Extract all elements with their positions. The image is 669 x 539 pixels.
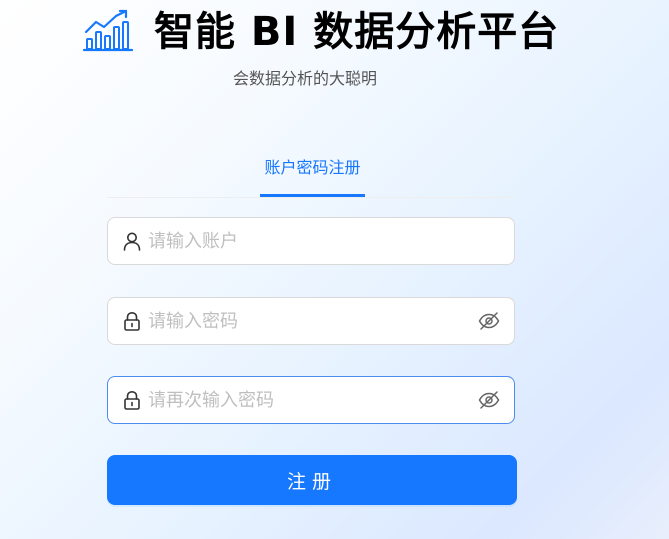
user-icon (123, 232, 141, 251)
header: 智能 BI 数据分析平台 会数据分析的大聪明 (0, 0, 669, 100)
password-input[interactable] (148, 298, 468, 344)
register-button[interactable]: 注册 (107, 455, 517, 505)
account-input[interactable] (148, 218, 468, 264)
account-field (107, 217, 515, 265)
eye-invisible-icon[interactable] (478, 311, 500, 331)
tab-account-register[interactable]: 账户密码注册 (260, 150, 365, 194)
confirm-password-input[interactable] (148, 377, 468, 423)
active-tab-indicator (260, 194, 365, 197)
login-tabs: 账户密码注册 (107, 150, 517, 198)
password-field (107, 297, 515, 345)
page-title: 智能 BI 数据分析平台 (154, 9, 560, 55)
lock-icon (124, 390, 140, 410)
bar-chart-trend-icon (82, 9, 134, 52)
lock-icon (124, 311, 140, 331)
confirm-password-field (107, 376, 515, 424)
eye-invisible-icon[interactable] (478, 390, 500, 410)
page-subtitle: 会数据分析的大聪明 (233, 69, 378, 88)
